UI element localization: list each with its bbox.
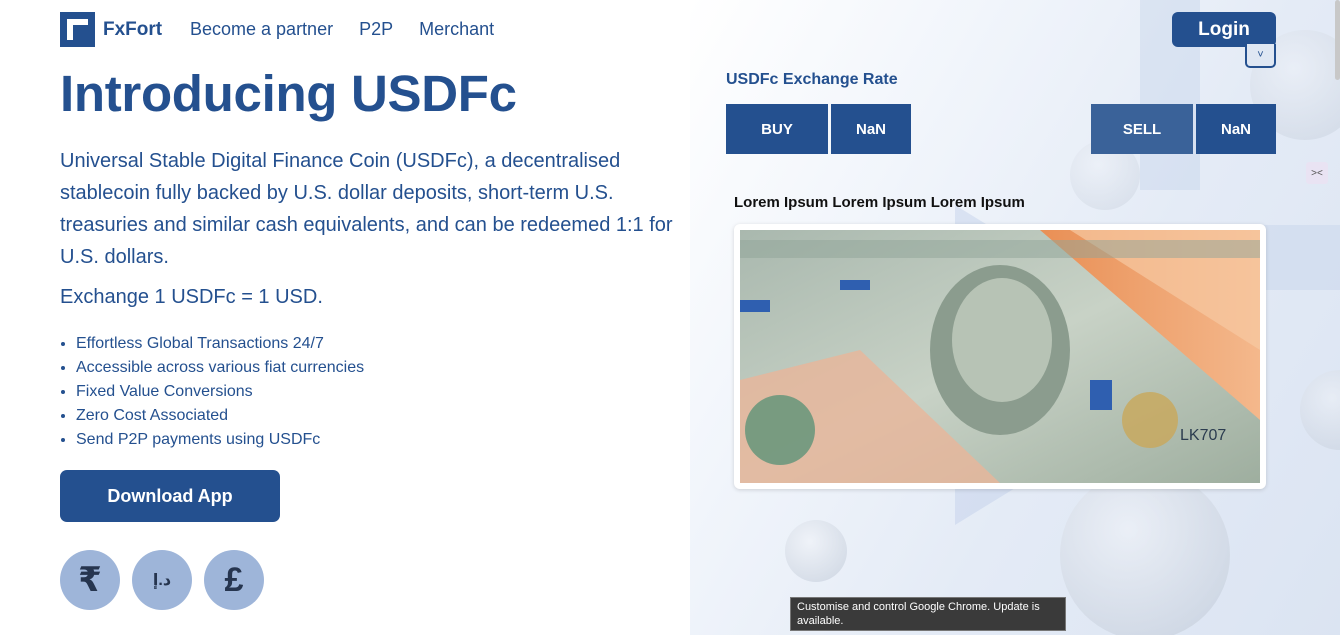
rupee-icon[interactable]: ₹	[60, 550, 120, 610]
dirham-icon[interactable]: د.إ	[132, 550, 192, 610]
svg-text:LK707: LK707	[1180, 427, 1226, 444]
feature-list: Effortless Global Transactions 24/7 Acce…	[76, 332, 364, 452]
exchange-text: Exchange 1 USDFc = 1 USD.	[60, 286, 323, 308]
logo-icon	[60, 12, 95, 47]
nav-become-partner[interactable]: Become a partner	[190, 19, 333, 40]
banknotes-image: LK707	[740, 230, 1260, 483]
list-item: Accessible across various fiat currencie…	[76, 356, 364, 380]
browser-tooltip: Customise and control Google Chrome. Upd…	[790, 597, 1066, 631]
pound-icon[interactable]: £	[204, 550, 264, 610]
nav-p2p[interactable]: P2P	[359, 19, 393, 40]
download-app-button[interactable]: Download App	[60, 470, 280, 522]
extension-icon[interactable]: ><	[1306, 162, 1328, 184]
sell-rate-value: NaN	[1196, 104, 1276, 154]
brand-logo[interactable]: FxFort	[60, 12, 162, 47]
list-item: Send P2P payments using USDFc	[76, 428, 364, 452]
currency-photo: LK707	[734, 224, 1266, 489]
sell-button[interactable]: SELL	[1091, 104, 1193, 154]
nav-merchant[interactable]: Merchant	[419, 19, 494, 40]
list-item: Effortless Global Transactions 24/7	[76, 332, 364, 356]
promo-caption: Lorem Ipsum Lorem Ipsum Lorem Ipsum	[734, 194, 1025, 211]
exchange-rate-title: USDFc Exchange Rate	[726, 71, 898, 88]
buy-button[interactable]: BUY	[726, 104, 828, 154]
chevron-down-icon[interactable]: ˅	[1245, 44, 1276, 68]
login-button[interactable]: Login	[1172, 12, 1276, 47]
brand-name: FxFort	[103, 18, 163, 40]
list-item: Fixed Value Conversions	[76, 380, 364, 404]
hero-description: Universal Stable Digital Finance Coin (U…	[60, 150, 673, 268]
page-title: Introducing USDFc	[60, 65, 517, 122]
scrollbar[interactable]	[1335, 0, 1340, 80]
list-item: Zero Cost Associated	[76, 404, 364, 428]
main-nav: Become a partner P2P Merchant	[190, 19, 494, 40]
buy-rate-value: NaN	[831, 104, 911, 154]
